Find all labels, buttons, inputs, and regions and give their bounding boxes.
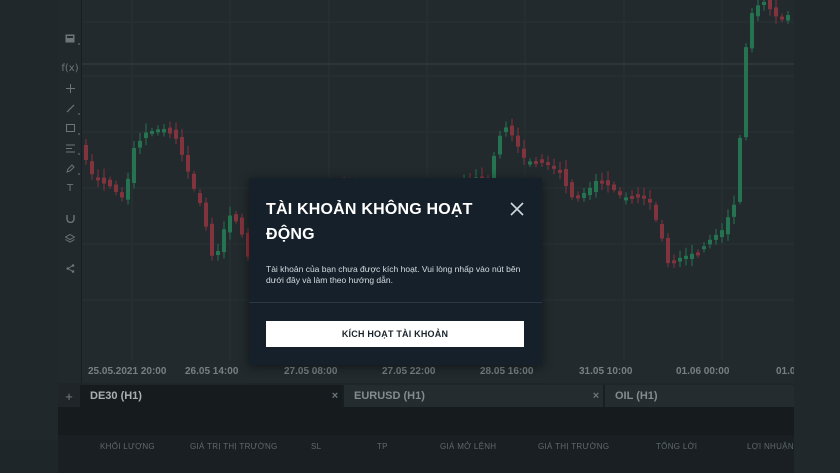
dialog-title: TÀI KHOẢN KHÔNG HOẠT ĐỘNG bbox=[266, 201, 473, 243]
activate-account-button[interactable]: KÍCH HOẠT TÀI KHOẢN bbox=[266, 321, 524, 347]
dialog-message: Tài khoản của bạn chưa được kích hoạt. V… bbox=[266, 264, 521, 285]
dialog-divider bbox=[249, 302, 542, 303]
close-icon[interactable] bbox=[507, 199, 527, 219]
inactive-account-dialog: TÀI KHOẢN KHÔNG HOẠT ĐỘNG Tài khoản của … bbox=[249, 178, 542, 365]
